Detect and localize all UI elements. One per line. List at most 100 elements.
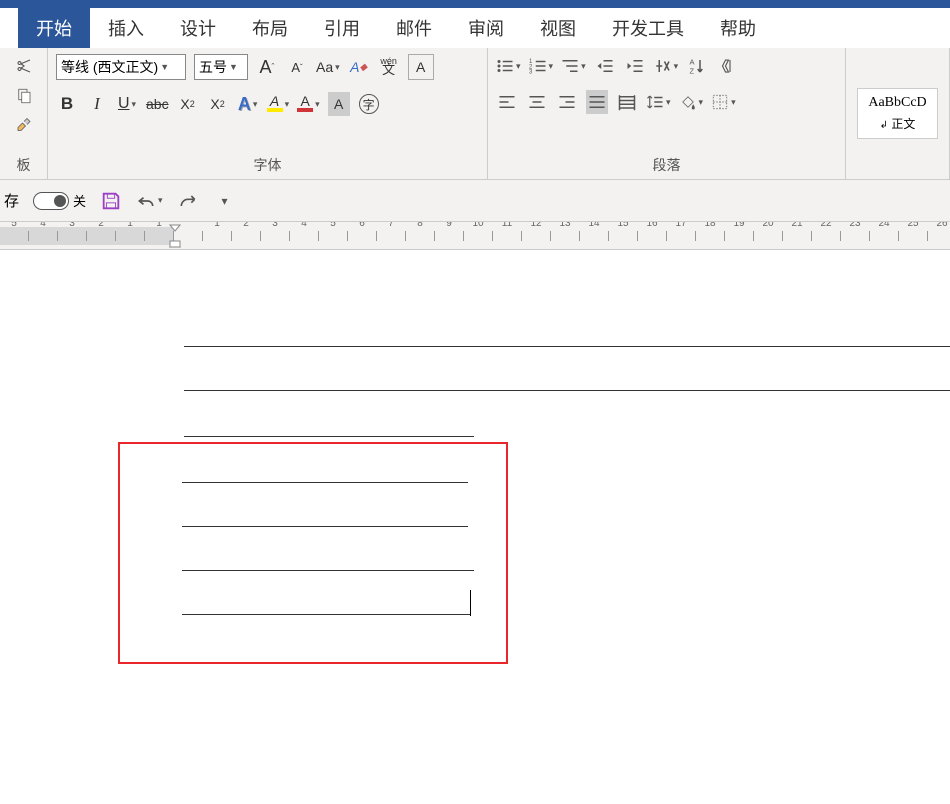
tab-help[interactable]: 帮助 xyxy=(702,8,774,48)
paint-bucket-icon xyxy=(679,93,697,111)
superscript-sup: 2 xyxy=(220,99,225,109)
grow-font-button[interactable]: Aˆ xyxy=(256,55,278,79)
tab-layout[interactable]: 布局 xyxy=(234,8,306,48)
subscript-button[interactable]: X2 xyxy=(177,92,199,116)
font-size-select[interactable]: 五号▼ xyxy=(194,54,248,80)
highlight-icon: A xyxy=(267,96,283,111)
indent-marker-icon[interactable] xyxy=(169,224,181,248)
shrink-font-button[interactable]: Aˇ xyxy=(286,55,308,79)
increase-indent-button[interactable] xyxy=(624,54,646,78)
asian-layout-button[interactable]: ▾ xyxy=(654,54,679,78)
decrease-indent-button[interactable] xyxy=(594,54,616,78)
style-normal[interactable]: AaBbCcD ↲ 正文 xyxy=(857,88,937,139)
qat-customize-button[interactable]: ▾ xyxy=(213,189,235,213)
chevron-down-icon: ▾ xyxy=(158,195,163,206)
chevron-down-icon: ▾ xyxy=(549,61,554,72)
superscript-button[interactable]: X2 xyxy=(207,92,229,116)
chevron-down-icon: ▾ xyxy=(132,99,137,110)
bullets-button[interactable]: ▾ xyxy=(496,54,521,78)
character-border-button[interactable]: A xyxy=(408,54,434,80)
underline-button[interactable]: U▾ xyxy=(116,92,138,116)
strikethrough-button[interactable]: abc xyxy=(146,92,169,116)
underline-label: U xyxy=(118,95,130,113)
style-name: 正文 xyxy=(891,117,915,131)
enclosed-chars-button[interactable]: 字 xyxy=(358,92,380,116)
multilevel-list-button[interactable]: ▾ xyxy=(561,54,586,78)
subscript-sub: 2 xyxy=(190,99,195,109)
undo-icon xyxy=(136,191,156,211)
ribbon: 板 等线 (西文正文)▼ 五号▼ Aˆ Aˇ Aa▾ A◆ wén 文 xyxy=(0,48,950,180)
numbering-icon: 123 xyxy=(529,57,547,75)
distributed-icon xyxy=(618,93,636,111)
scissors-icon xyxy=(15,57,33,75)
tab-developer[interactable]: 开发工具 xyxy=(594,8,702,48)
tab-review[interactable]: 审阅 xyxy=(450,8,522,48)
save-button[interactable] xyxy=(100,189,122,213)
tab-insert[interactable]: 插入 xyxy=(90,8,162,48)
highlight-button[interactable]: A ▾ xyxy=(267,92,290,116)
text-line xyxy=(182,526,468,527)
format-painter-button[interactable] xyxy=(8,114,39,138)
font-size-value: 五号 xyxy=(199,57,227,77)
sort-icon: AZ xyxy=(688,57,706,75)
autosave-toggle[interactable]: 关 xyxy=(33,191,86,210)
toggle-label: 关 xyxy=(73,191,86,210)
shading-button[interactable]: ▾ xyxy=(679,90,704,114)
chevron-down-icon: ▾ xyxy=(516,61,521,72)
paragraph-group-label: 段落 xyxy=(496,153,837,179)
chevron-down-icon: ▼ xyxy=(229,62,238,72)
outdent-icon xyxy=(596,57,614,75)
sort-button[interactable]: AZ xyxy=(686,54,708,78)
change-case-button[interactable]: Aa▾ xyxy=(316,55,340,79)
clipboard-group-label: 板 xyxy=(8,153,39,179)
tab-design[interactable]: 设计 xyxy=(162,8,234,48)
tab-home[interactable]: 开始 xyxy=(18,8,90,48)
tab-view[interactable]: 视图 xyxy=(522,8,594,48)
bold-button[interactable]: B xyxy=(56,92,78,116)
save-icon xyxy=(100,190,122,212)
chevron-down-icon: ▾ xyxy=(253,99,258,110)
font-color-icon: A xyxy=(297,96,313,111)
char-shading-button[interactable]: A xyxy=(328,92,350,116)
text-line xyxy=(184,436,474,437)
italic-button[interactable]: I xyxy=(86,92,108,116)
align-left-button[interactable] xyxy=(496,90,518,114)
svg-text:3: 3 xyxy=(529,70,533,76)
line-spacing-button[interactable]: ▾ xyxy=(646,90,671,114)
chevron-down-icon: ▾ xyxy=(699,97,704,108)
font-group-label: 字体 xyxy=(56,153,479,179)
tab-mail[interactable]: 邮件 xyxy=(378,8,450,48)
copy-button[interactable] xyxy=(8,84,39,108)
chevron-down-icon: ▾ xyxy=(335,62,340,73)
show-marks-button[interactable] xyxy=(716,54,738,78)
justify-button[interactable] xyxy=(586,90,608,114)
text-effects-button[interactable]: A▾ xyxy=(237,92,259,116)
align-right-button[interactable] xyxy=(556,90,578,114)
text-line xyxy=(184,390,950,391)
ribbon-tabs: 开始 插入 设计 布局 引用 邮件 审阅 视图 开发工具 帮助 xyxy=(0,0,950,48)
borders-button[interactable]: ▾ xyxy=(711,90,736,114)
font-color-button[interactable]: A ▾ xyxy=(297,92,320,116)
numbering-button[interactable]: 123▾ xyxy=(529,54,554,78)
cut-button[interactable] xyxy=(8,54,39,78)
undo-button[interactable]: ▾ xyxy=(136,189,163,213)
indent-icon xyxy=(626,57,644,75)
group-paragraph: ▾ 123▾ ▾ ▾ AZ ▾ ▾ ▾ 段落 xyxy=(488,48,846,179)
document-canvas[interactable] xyxy=(0,250,950,804)
text-line xyxy=(182,614,470,615)
text-line xyxy=(184,346,950,347)
redo-button[interactable] xyxy=(177,189,199,213)
phonetic-guide-button[interactable]: wén 文 xyxy=(378,55,400,79)
ruler-positive: 1234567891011121314151617181920212223242… xyxy=(174,227,950,245)
svg-text:Z: Z xyxy=(690,67,695,76)
tab-references[interactable]: 引用 xyxy=(306,8,378,48)
phonetic-icon: wén 文 xyxy=(380,58,397,76)
font-name-value: 等线 (西文正文) xyxy=(61,57,158,77)
font-name-select[interactable]: 等线 (西文正文)▼ xyxy=(56,54,186,80)
align-center-button[interactable] xyxy=(526,90,548,114)
horizontal-ruler[interactable]: 543211 123456789101112131415161718192021… xyxy=(0,222,950,250)
chevron-down-icon: ▾ xyxy=(285,99,290,110)
clear-formatting-button[interactable]: A◆ xyxy=(348,55,370,79)
align-left-icon xyxy=(498,93,516,111)
distributed-button[interactable] xyxy=(616,90,638,114)
